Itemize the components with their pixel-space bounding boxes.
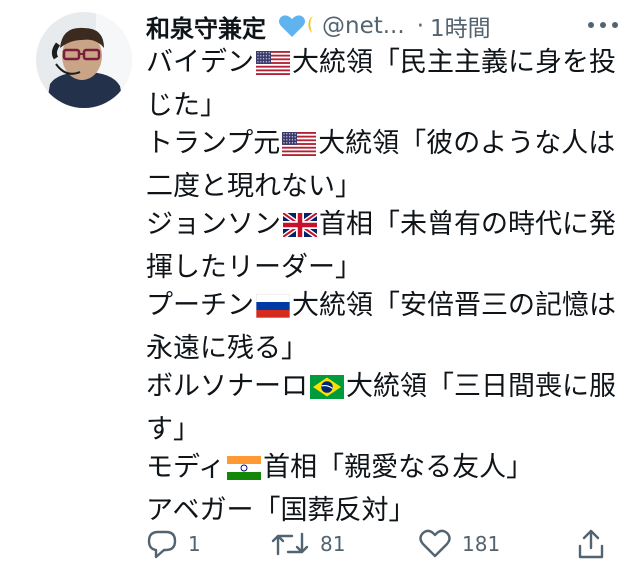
more-icon[interactable] (586, 12, 620, 42)
avatar[interactable] (36, 12, 132, 108)
tweet-text-segment: 首相「未曾有の時代に発 (319, 209, 616, 240)
flag-us-icon (282, 129, 317, 168)
author-handle[interactable]: @net... (322, 13, 405, 39)
like-button[interactable]: 181 (418, 528, 500, 560)
author-name[interactable]: 和泉守兼定 (146, 9, 266, 44)
flag-in-icon (227, 453, 262, 492)
heart-moon-icon (278, 13, 318, 39)
retweet-icon (271, 532, 309, 556)
reply-button[interactable]: 1 (146, 528, 201, 560)
tweet-line: ボルソナーロ 大統領「三日間喪に服 (146, 368, 626, 411)
tweet-line: バイデン 大統領「民主主義に身を投 (146, 44, 626, 87)
tweet-line: アベガー「国葬反対」 (146, 492, 626, 531)
tweet-line: 揮したリーダー」 (146, 249, 626, 288)
tweet-text-segment: 首相「親愛なる友人」 (263, 452, 534, 483)
tweet-line: 永遠に残る」 (146, 330, 626, 369)
tweet-text-segment: 大統領「民主主義に身を投 (292, 47, 616, 78)
tweet-text-segment: モディ (146, 452, 226, 483)
tweet-text-segment: ボルソナーロ (146, 371, 308, 402)
tweet-line: ジョンソン 首相「未曾有の時代に発 (146, 206, 626, 249)
tweet-text-segment: じた」 (146, 89, 227, 121)
tweet-line: じた」 (146, 87, 626, 126)
tweet-text-segment: 二度と現れない」 (146, 170, 362, 202)
flag-br-icon (310, 372, 344, 411)
share-icon (578, 529, 604, 559)
tweet-text-segment: バイデン (146, 47, 254, 78)
tweet-header: 和泉守兼定 @net... · 1時間 (146, 8, 620, 44)
tweet-text-segment: 永遠に残る」 (146, 332, 308, 364)
like-count: 181 (462, 532, 501, 556)
share-button[interactable] (576, 528, 606, 560)
tweet-text-segment: トランプ元 (146, 128, 281, 159)
tweet-text-segment: ジョンソン (146, 209, 281, 240)
retweet-button[interactable]: 81 (270, 528, 345, 560)
separator-dot: · (416, 13, 424, 39)
tweet-line: す」 (146, 411, 626, 450)
flag-uk-icon (281, 210, 319, 249)
tweet-text-segment: 大統領「安倍晋三の記憶は (292, 290, 616, 321)
retweet-count: 81 (320, 532, 346, 556)
tweet-text-segment: プーチン (146, 290, 254, 321)
flag-ru-icon (255, 291, 291, 330)
tweet-text: バイデン 大統領「民主主義に身を投 じた」 トランプ元 大統領「彼のような人は 二度と… (146, 44, 626, 530)
tweet-actions: 1 81 181 (146, 528, 616, 568)
tweet-line: 二度と現れない」 (146, 168, 626, 207)
tweet-text-segment: アベガー「国葬反対」 (146, 494, 416, 526)
tweet-text-segment: す」 (146, 413, 200, 445)
like-icon (419, 529, 451, 558)
tweet-line: プーチン 大統領「安倍晋三の記憶は (146, 287, 626, 330)
reply-count: 1 (188, 532, 201, 556)
tweet-line: モディ 首相「親愛なる友人」 (146, 449, 626, 492)
reply-icon (147, 530, 177, 559)
flag-us-icon (256, 48, 290, 87)
timestamp[interactable]: 1時間 (430, 9, 491, 43)
tweet-text-segment: 大統領「三日間喪に服 (346, 371, 616, 402)
tweet-text-segment: 大統領「彼のような人は (318, 128, 616, 159)
tweet-text-segment: 揮したリーダー」 (146, 251, 362, 283)
tweet-line: トランプ元 大統領「彼のような人は (146, 125, 626, 168)
